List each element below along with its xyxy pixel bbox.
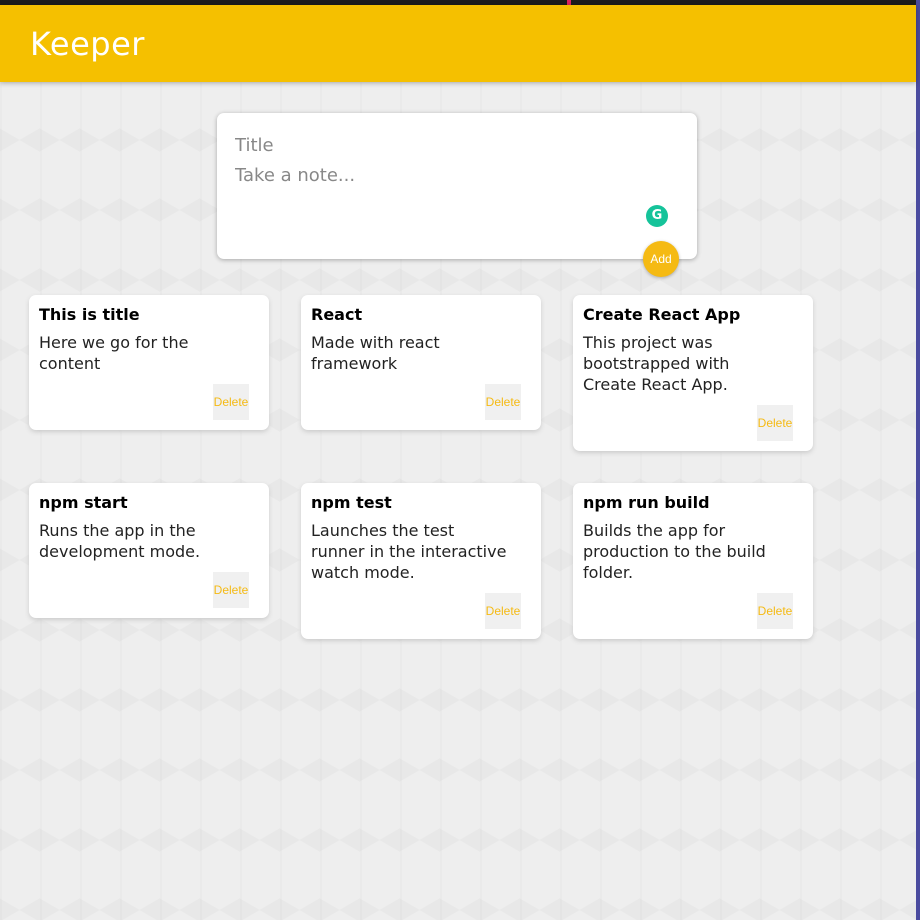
delete-button[interactable]: Delete <box>485 593 521 629</box>
note-title: npm run build <box>583 493 710 512</box>
note-card: npm test Launches the test runner in the… <box>301 483 541 639</box>
note-title: npm test <box>311 493 392 512</box>
add-note-button[interactable]: Add <box>643 241 679 277</box>
note-title: React <box>311 305 363 324</box>
delete-button[interactable]: Delete <box>485 384 521 420</box>
grammarly-icon[interactable]: G <box>646 205 668 227</box>
note-content: Made with react framework <box>311 333 440 373</box>
delete-button[interactable]: Delete <box>213 384 249 420</box>
note-card: This is title Here we go for the content… <box>29 295 269 430</box>
note-title-input[interactable] <box>235 133 675 157</box>
note-card: Create React App This project was bootst… <box>573 295 813 451</box>
note-content: This project was bootstrapped with Creat… <box>583 333 730 394</box>
note-content: Launches the test runner in the interact… <box>311 521 507 582</box>
note-content: Runs the app in the development mode. <box>39 521 201 561</box>
note-content-input[interactable] <box>235 165 675 225</box>
app-title: Keeper <box>30 25 145 63</box>
note-title: npm start <box>39 493 128 512</box>
create-note-form: G <box>217 113 697 259</box>
note-content: Here we go for the content <box>39 333 189 373</box>
delete-button[interactable]: Delete <box>213 572 249 608</box>
note-content: Builds the app for production to the bui… <box>583 521 766 582</box>
note-card: npm run build Builds the app for product… <box>573 483 813 639</box>
delete-button[interactable]: Delete <box>757 593 793 629</box>
note-card: npm start Runs the app in the developmen… <box>29 483 269 618</box>
window-right-edge <box>916 0 920 920</box>
delete-button[interactable]: Delete <box>757 405 793 441</box>
note-title: This is title <box>39 305 140 324</box>
note-card: React Made with react framework Delete <box>301 295 541 430</box>
note-title: Create React App <box>583 305 741 324</box>
app-header: Keeper <box>0 5 916 82</box>
